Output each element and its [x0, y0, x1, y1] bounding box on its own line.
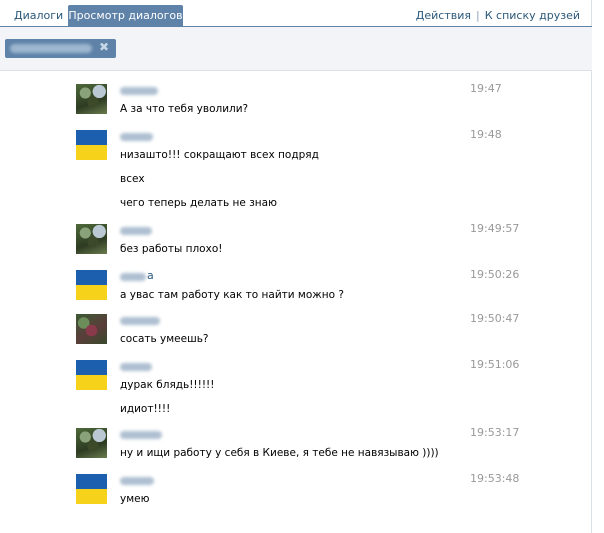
- message-text: ну и ищи работу у себя в Киеве, я тебе н…: [120, 447, 439, 459]
- message-time: 19:53:48: [470, 472, 520, 485]
- friends-list-link[interactable]: К списку друзей: [485, 9, 580, 22]
- sender-name-redacted[interactable]: [120, 477, 154, 485]
- recipient-name-redacted: [10, 44, 92, 53]
- tab-view-dialogs[interactable]: Просмотр диалогов: [68, 5, 183, 27]
- flag-avatar[interactable]: [76, 270, 107, 300]
- recipient-bar: ✖: [0, 27, 592, 71]
- message-text: сосать умеешь?: [120, 333, 209, 345]
- message-time: 19:53:17: [470, 426, 520, 439]
- sender-name-redacted[interactable]: [120, 431, 162, 439]
- message-text: без работы плохо!: [120, 243, 223, 255]
- actions-separator: |: [476, 9, 480, 22]
- message-text: идиот!!!!: [120, 403, 171, 415]
- message-text: всех: [120, 173, 145, 185]
- message-time: 19:48: [470, 128, 502, 141]
- recipient-token[interactable]: ✖: [5, 39, 116, 58]
- actions-link[interactable]: Действия: [416, 9, 471, 22]
- tab-dialogs[interactable]: Диалоги: [6, 5, 71, 27]
- sender-name-redacted[interactable]: [120, 227, 152, 235]
- message-text: а увас там работу как то найти можно ?: [120, 289, 344, 301]
- sender-name-suffix[interactable]: а: [147, 269, 154, 282]
- message-time: 19:49:57: [470, 222, 520, 235]
- message-time: 19:50:26: [470, 268, 520, 281]
- user-avatar[interactable]: [76, 428, 107, 458]
- message-time: 19:47: [470, 82, 502, 95]
- user-avatar[interactable]: [76, 84, 107, 114]
- sender-name-redacted[interactable]: [120, 133, 153, 141]
- message-text: дурак блядь!!!!!!: [120, 379, 215, 391]
- message-time: 19:51:06: [470, 358, 520, 371]
- user-avatar[interactable]: [76, 224, 107, 254]
- flag-avatar[interactable]: [76, 474, 107, 504]
- message-time: 19:50:47: [470, 312, 520, 325]
- message-text: умею: [120, 493, 150, 505]
- message-text: А за что тебя уволили?: [120, 103, 249, 115]
- sender-name-redacted[interactable]: [120, 273, 146, 281]
- message-text: чего теперь делать не знаю: [120, 197, 277, 209]
- remove-recipient-icon[interactable]: ✖: [99, 40, 109, 54]
- message-text: низашто!!! сокращают всех подряд: [120, 149, 319, 161]
- tab-bar: Диалоги Просмотр диалогов Действия | К спи…: [0, 0, 592, 27]
- sender-name-redacted[interactable]: [120, 317, 160, 325]
- dialog-window: Диалоги Просмотр диалогов Действия | К спи…: [0, 0, 592, 533]
- sender-name-redacted[interactable]: [120, 363, 152, 371]
- header-actions: Действия | К списку друзей: [416, 9, 580, 22]
- flag-avatar[interactable]: [76, 360, 107, 390]
- flag-avatar[interactable]: [76, 130, 107, 160]
- user-avatar[interactable]: [76, 314, 107, 344]
- sender-name-redacted[interactable]: [120, 87, 158, 95]
